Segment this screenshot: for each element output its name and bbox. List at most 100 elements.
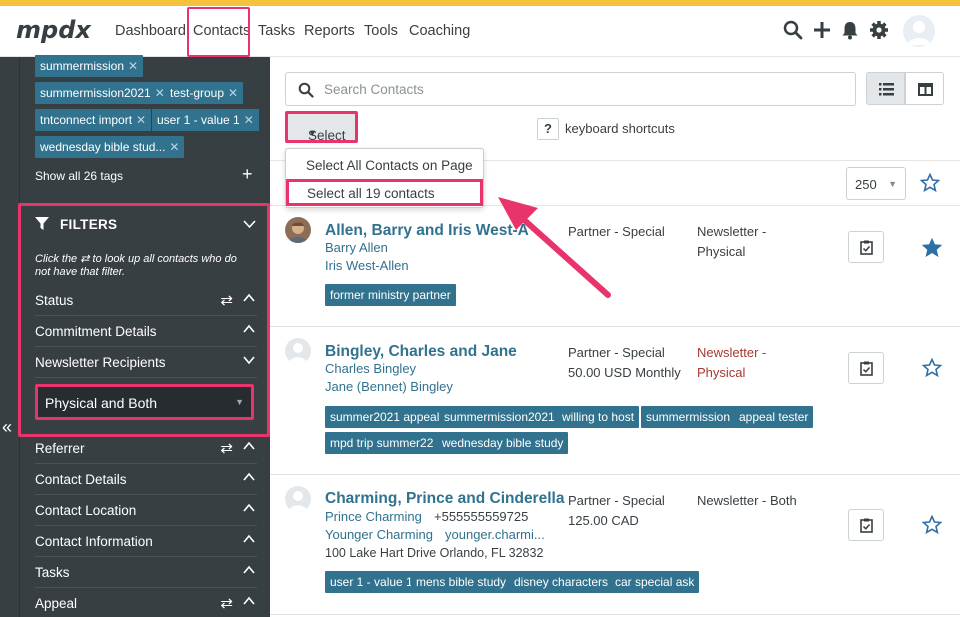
sidebar-tag[interactable]: wednesday bible stud... ✕ <box>35 136 185 158</box>
contact-tag[interactable]: appeal tester <box>734 406 814 428</box>
swap-icon[interactable]: ⇄ <box>220 439 233 457</box>
contacts-highlight <box>187 7 250 57</box>
nav-dashboard[interactable]: Dashboard <box>115 23 186 39</box>
contact-address: 100 Lake Hart Drive Orlando, FL 32832 <box>325 546 544 560</box>
search-icon <box>298 82 314 98</box>
user-avatar[interactable] <box>903 15 935 47</box>
keyboard-shortcuts-link[interactable]: keyboard shortcuts <box>565 121 675 136</box>
contact-tag[interactable]: mens bible study <box>411 571 512 593</box>
chevron-up-icon[interactable] <box>243 471 255 483</box>
contact-name-link[interactable]: Bingley, Charles and Jane <box>325 343 517 361</box>
contact-person-link[interactable]: Younger Charming <box>325 527 433 542</box>
filter-newsletter-recipients[interactable]: Newsletter Recipients <box>35 348 257 378</box>
gear-icon[interactable] <box>869 20 889 40</box>
remove-tag-icon[interactable]: ✕ <box>136 113 146 127</box>
chevron-up-icon[interactable] <box>243 292 255 304</box>
swap-icon[interactable]: ⇄ <box>220 291 233 309</box>
search-contacts-field[interactable]: Search Contacts <box>285 72 856 106</box>
chevron-up-icon[interactable] <box>243 564 255 576</box>
tag-label: tntconnect import <box>40 113 133 127</box>
contact-tag[interactable]: summer2021 appeal <box>325 406 445 428</box>
contact-tag[interactable]: disney characters <box>509 571 614 593</box>
contact-email-link[interactable]: younger.charmi... <box>445 527 545 542</box>
filter-icon <box>35 217 49 230</box>
sidebar-tag[interactable]: summermission ✕ <box>35 55 144 77</box>
newsletter-select[interactable]: Physical and Both ▼ <box>35 384 254 420</box>
chevron-up-icon[interactable] <box>243 440 255 452</box>
star-icon[interactable] <box>922 358 942 378</box>
chevron-up-icon[interactable] <box>243 533 255 545</box>
contact-tag[interactable]: user 1 - value 1 <box>325 571 418 593</box>
add-icon[interactable] <box>812 20 832 40</box>
filter-tasks[interactable]: Tasks <box>35 558 257 588</box>
per-page-select[interactable]: 250 ▼ <box>846 167 906 200</box>
contact-tag[interactable]: wednesday bible study <box>437 432 569 454</box>
column-view-button[interactable] <box>905 72 944 105</box>
tag-label: wednesday bible stud... <box>40 140 166 154</box>
contact-tag[interactable]: car special ask <box>610 571 700 593</box>
star-filled-icon[interactable] <box>922 238 942 258</box>
swap-icon[interactable]: ⇄ <box>220 594 233 612</box>
keyboard-shortcuts-icon[interactable]: ? <box>537 118 559 140</box>
remove-tag-icon[interactable]: ✕ <box>169 140 179 154</box>
chevron-up-icon[interactable] <box>243 323 255 335</box>
search-placeholder: Search Contacts <box>324 82 424 97</box>
bell-icon[interactable] <box>840 20 860 40</box>
add-task-button[interactable] <box>848 352 884 384</box>
star-filter-icon[interactable] <box>920 173 940 193</box>
chevron-up-icon[interactable] <box>243 502 255 514</box>
chevron-up-icon[interactable] <box>243 595 255 607</box>
chevron-down-icon[interactable] <box>243 354 255 366</box>
collapse-sidebar-icon[interactable]: « <box>2 417 12 438</box>
contact-person-link[interactable]: Barry Allen <box>325 240 388 255</box>
filter-commitment-details[interactable]: Commitment Details <box>35 317 257 347</box>
select-button[interactable]: Select ▼ <box>285 111 358 143</box>
contact-tag[interactable]: mpd trip summer22 <box>325 432 439 454</box>
remove-tag-icon[interactable]: ✕ <box>244 113 254 127</box>
filter-status[interactable]: Status ⇄ <box>35 286 257 316</box>
show-all-tags-link[interactable]: Show all 26 tags <box>35 169 123 183</box>
search-icon[interactable] <box>783 20 803 40</box>
chevron-down-icon[interactable] <box>243 220 256 229</box>
caret-down-icon: ▼ <box>888 179 897 189</box>
remove-tag-icon[interactable]: ✕ <box>228 86 238 100</box>
mpdx-logo[interactable]: mpdx <box>16 14 96 46</box>
contact-person-link[interactable]: Jane (Bennet) Bingley <box>325 379 453 394</box>
contact-name-link[interactable]: Charming, Prince and Cinderella <box>325 490 564 508</box>
nav-tools[interactable]: Tools <box>364 23 398 39</box>
contact-tag[interactable]: summermission2021 <box>439 406 560 428</box>
sidebar-tag[interactable]: summermission2021 ✕ <box>35 82 170 104</box>
nav-coaching[interactable]: Coaching <box>409 23 470 39</box>
contact-tag[interactable]: willing to host <box>557 406 640 428</box>
contact-row[interactable]: Charming, Prince and Cinderella Prince C… <box>270 475 960 615</box>
add-task-button[interactable] <box>848 231 884 263</box>
nav-reports[interactable]: Reports <box>304 23 355 39</box>
sidebar-tag[interactable]: tntconnect import ✕ <box>35 109 152 131</box>
sidebar-tag[interactable]: test-group ✕ <box>165 82 244 104</box>
add-tag-icon[interactable]: + <box>242 164 253 185</box>
filter-appeal[interactable]: Appeal ⇄ <box>35 589 257 617</box>
remove-tag-icon[interactable]: ✕ <box>128 59 138 73</box>
filter-contact-information[interactable]: Contact Information <box>35 527 257 557</box>
contact-person-link[interactable]: Prince Charming <box>325 509 422 524</box>
contact-person-link[interactable]: Iris West-Allen <box>325 258 409 273</box>
contact-tag[interactable]: summermission <box>641 406 736 428</box>
nav-tasks[interactable]: Tasks <box>258 23 295 39</box>
sidebar-tag[interactable]: user 1 - value 1 ✕ <box>152 109 259 131</box>
contact-tag[interactable]: former ministry partner <box>325 284 456 306</box>
list-icon <box>879 83 894 96</box>
select-all-contacts-item[interactable]: Select all 19 contacts <box>286 179 483 206</box>
filter-contact-location[interactable]: Contact Location <box>35 496 257 526</box>
select-all-contacts-label: Select all 19 contacts <box>307 186 435 201</box>
filter-referrer[interactable]: Referrer ⇄ <box>35 434 257 464</box>
filter-contact-details[interactable]: Contact Details <box>35 465 257 495</box>
caret-down-icon: ▼ <box>235 397 244 407</box>
contact-row[interactable]: Bingley, Charles and Jane Charles Bingle… <box>270 327 960 475</box>
add-task-button[interactable] <box>848 509 884 541</box>
contact-phone[interactable]: +555555559725 <box>434 509 528 524</box>
star-icon[interactable] <box>922 515 942 535</box>
select-all-on-page-item[interactable]: Select All Contacts on Page <box>306 158 473 173</box>
remove-tag-icon[interactable]: ✕ <box>155 86 165 100</box>
contact-person-link[interactable]: Charles Bingley <box>325 361 416 376</box>
list-view-button[interactable] <box>866 72 905 105</box>
